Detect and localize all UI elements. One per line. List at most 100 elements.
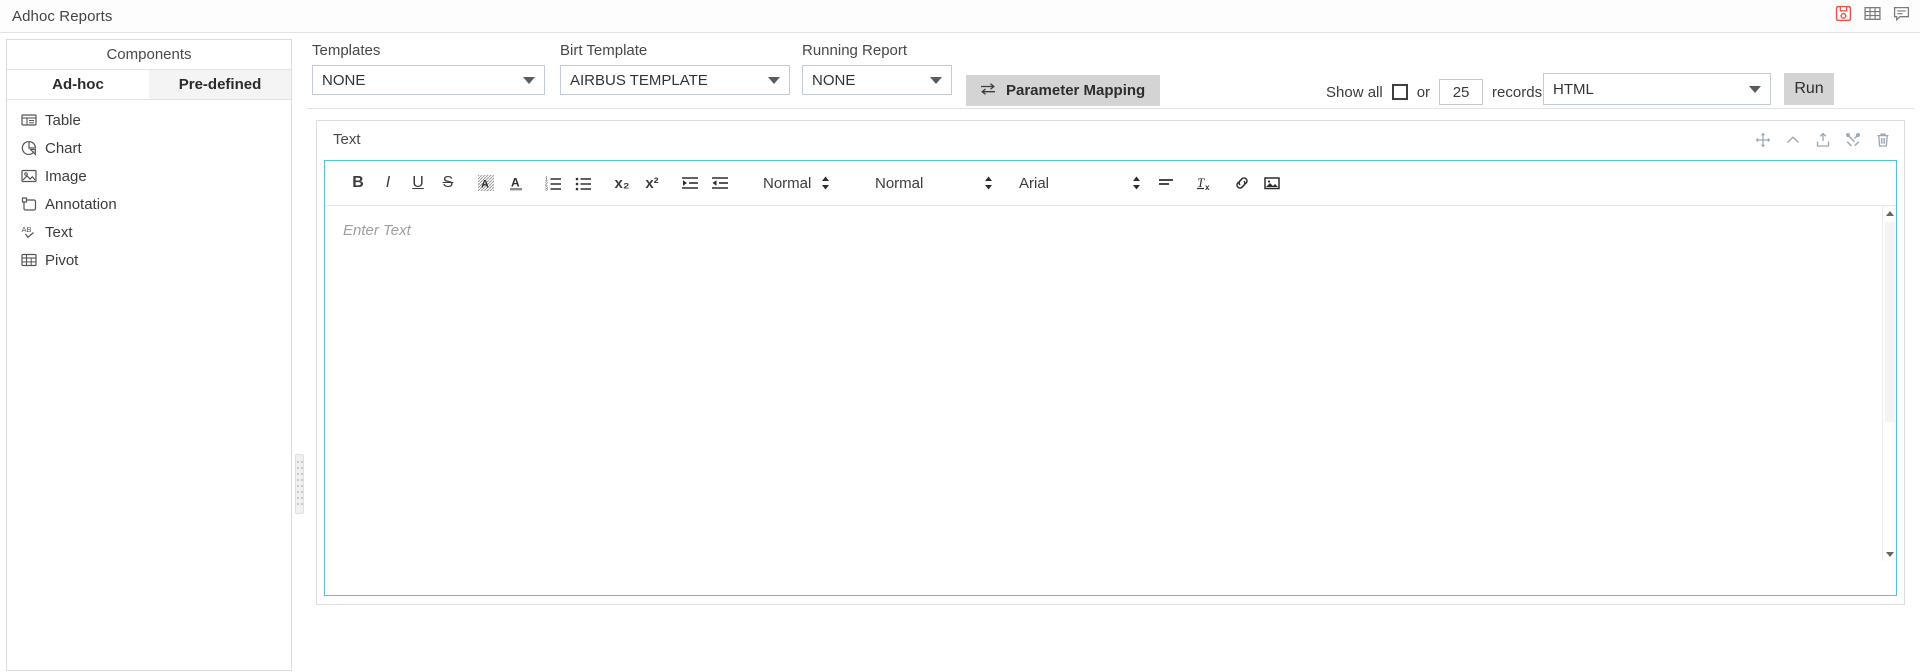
strikethrough-icon[interactable]: S (433, 168, 463, 198)
italic-glyph: I (385, 174, 391, 191)
sidebar-item-label: Chart (45, 139, 82, 157)
font-size-select[interactable]: Normal (865, 168, 993, 198)
outdent-icon[interactable] (675, 168, 705, 198)
collapse-chevron-up-icon[interactable] (1785, 132, 1801, 148)
subscript-icon[interactable]: x₂ (607, 168, 637, 198)
title-bar: Adhoc Reports (0, 0, 1920, 33)
parameter-mapping-label: Parameter Mapping (1006, 82, 1146, 99)
show-all-checkbox[interactable] (1391, 84, 1408, 100)
sidebar-item-annotation[interactable]: Annotation (7, 190, 291, 218)
font-size-select-value: Normal (875, 174, 924, 192)
sidebar-item-label: Pivot (45, 251, 79, 269)
text-ab-icon: AB (21, 224, 37, 240)
running-report-select[interactable]: NONE (802, 65, 952, 95)
sidebar-tabs: Ad-hoc Pre-defined (7, 70, 291, 100)
strike-glyph: S (442, 174, 454, 191)
templates-select[interactable]: NONE (312, 65, 545, 95)
pie-chart-icon (21, 140, 37, 156)
records-input[interactable] (1439, 79, 1484, 105)
scrollbar-thumb[interactable] (1885, 222, 1895, 422)
window-icon-group (1835, 5, 1910, 22)
editor-toolbar: B I U S A A 1 2 3 x₂ x² Normal Normal Ar… (325, 161, 1896, 206)
scroll-up-arrow-icon[interactable] (1883, 206, 1896, 220)
annotation-icon (21, 196, 37, 212)
link-icon[interactable] (1227, 168, 1257, 198)
output-format-field: HTML (1543, 73, 1771, 105)
parameter-mapping-button[interactable]: Parameter Mapping (966, 75, 1161, 106)
panel-header: Text (317, 121, 1904, 160)
running-report-field: Running Report NONE (802, 42, 952, 95)
sidebar-item-table[interactable]: Table (7, 106, 291, 134)
underline-icon[interactable]: U (403, 168, 433, 198)
delete-trash-icon[interactable] (1875, 132, 1891, 148)
save-report-icon[interactable] (1835, 5, 1852, 22)
run-button[interactable]: Run (1784, 73, 1834, 105)
report-toolbar: Templates NONE Birt Template AIRBUS TEMP… (306, 39, 1914, 109)
output-format-select[interactable]: HTML (1543, 73, 1771, 105)
font-family-select[interactable]: Arial (1009, 168, 1141, 198)
comment-icon[interactable] (1893, 5, 1910, 22)
highlight-color-icon[interactable]: A (471, 168, 501, 198)
svg-text:3: 3 (545, 187, 548, 193)
italic-icon[interactable]: I (373, 168, 403, 198)
birt-template-select[interactable]: AIRBUS TEMPLATE (560, 65, 790, 95)
sidebar-item-label: Image (45, 167, 87, 185)
tab-pre-defined[interactable]: Pre-defined (149, 70, 291, 99)
move-icon[interactable] (1755, 132, 1771, 148)
scroll-down-arrow-icon[interactable] (1883, 547, 1896, 561)
insert-image-icon[interactable] (1257, 168, 1287, 198)
show-all-group: Show all or records (1326, 79, 1542, 105)
sidebar-item-label: Text (45, 223, 73, 241)
editor-placeholder: Enter Text (343, 222, 411, 239)
main-region: Templates NONE Birt Template AIRBUS TEMP… (306, 39, 1914, 671)
bold-icon[interactable]: B (343, 168, 373, 198)
clear-format-icon[interactable]: T x (1189, 168, 1219, 198)
font-family-select-value: Arial (1019, 174, 1050, 192)
splitter-grip[interactable] (295, 454, 304, 514)
running-report-label: Running Report (802, 42, 908, 59)
stepper-updown-icon (984, 175, 993, 191)
sidebar-item-label: Table (45, 111, 81, 129)
component-list: Table Chart Image Annotation AB Text Piv… (7, 100, 291, 274)
sidebar-item-pivot[interactable]: Pivot (7, 246, 291, 274)
editor-body[interactable]: Enter Text (325, 206, 1896, 561)
heading-select[interactable]: Normal (753, 168, 849, 198)
rich-text-editor: B I U S A A 1 2 3 x₂ x² Normal Normal Ar… (324, 160, 1897, 596)
svg-text:A: A (481, 179, 489, 191)
running-report-value: NONE (812, 71, 856, 89)
sidebar-item-text[interactable]: AB Text (7, 218, 291, 246)
show-all-label: Show all (1326, 83, 1383, 101)
indent-icon[interactable] (705, 168, 735, 198)
bullet-list-icon[interactable] (569, 168, 599, 198)
stepper-updown-icon (1132, 175, 1141, 191)
panel-title: Text (333, 131, 361, 148)
chevron-down-icon (930, 77, 942, 84)
sidebar-item-image[interactable]: Image (7, 162, 291, 190)
tools-icon[interactable] (1845, 132, 1861, 148)
font-color-icon[interactable]: A (501, 168, 531, 198)
export-upload-icon[interactable] (1815, 132, 1831, 148)
svg-text:A: A (511, 176, 520, 190)
grid-view-icon[interactable] (1864, 5, 1881, 22)
records-label: records (1492, 83, 1543, 101)
editor-scrollbar[interactable] (1882, 206, 1896, 561)
pivot-icon (21, 252, 37, 268)
image-icon (21, 168, 37, 184)
ordered-list-icon[interactable]: 1 2 3 (539, 168, 569, 198)
birt-template-value: AIRBUS TEMPLATE (570, 71, 708, 89)
birt-template-label: Birt Template (560, 42, 648, 59)
sidebar-item-chart[interactable]: Chart (7, 134, 291, 162)
components-header: Components (7, 40, 291, 70)
output-format-value: HTML (1553, 80, 1594, 98)
chevron-down-icon (523, 77, 535, 84)
superscript-icon[interactable]: x² (637, 168, 667, 198)
templates-label: Templates (312, 42, 381, 59)
chevron-down-icon (768, 77, 780, 84)
svg-text:T: T (1197, 175, 1205, 190)
align-select[interactable] (1151, 168, 1181, 198)
panel-splitter[interactable] (294, 39, 305, 671)
heading-select-value: Normal (763, 174, 812, 192)
swap-arrows-icon (979, 82, 997, 100)
bold-glyph: B (352, 174, 364, 191)
tab-ad-hoc[interactable]: Ad-hoc (7, 70, 149, 99)
